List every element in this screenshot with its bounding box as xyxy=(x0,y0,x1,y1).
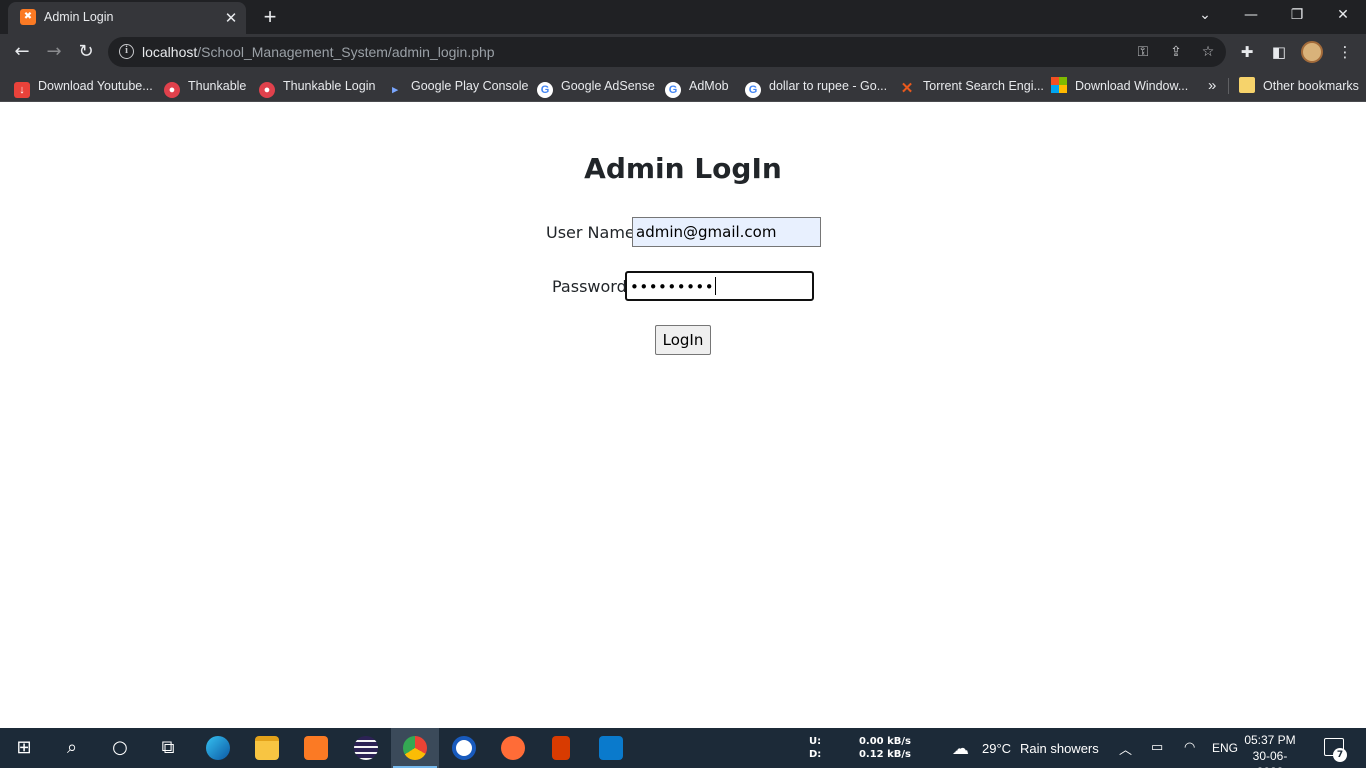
bookmark-item[interactable]: ▸ Google Play Console xyxy=(387,76,528,96)
vscode-icon[interactable] xyxy=(587,728,635,768)
cortana-icon[interactable]: ○ xyxy=(96,728,144,768)
bookmark-item[interactable]: ↓ Download Youtube... xyxy=(14,76,153,98)
tab-strip: ✖ Admin Login ✕ + ⌄ — ❐ ✕ xyxy=(0,0,1366,34)
xampp-taskbar-icon[interactable] xyxy=(292,728,340,768)
search-icon[interactable]: ⌕ xyxy=(48,728,96,768)
postman-icon[interactable] xyxy=(489,728,537,768)
office-icon[interactable] xyxy=(537,728,585,768)
weather-text[interactable]: Rain showers xyxy=(1020,741,1099,756)
tab-close-icon[interactable]: ✕ xyxy=(222,9,240,27)
password-value: ••••••••• xyxy=(630,278,715,296)
page-content: Admin LogIn User Name: admin@gmail.com P… xyxy=(0,103,1366,728)
net-speed-labels: U: D: xyxy=(809,736,822,760)
bookmark-item[interactable]: ✕ Torrent Search Engi... xyxy=(899,76,1044,97)
notification-count: 7 xyxy=(1333,748,1347,762)
taskbar: ⊞ ⌕ ○ ⧉ U: D: 0.00 kB/s 0.12 kB/s ☁ 29°C R… xyxy=(0,728,1366,779)
login-button[interactable]: LogIn xyxy=(655,325,711,355)
chrome-logo xyxy=(403,736,427,760)
address-bar[interactable]: i localhost/School_Management_System/adm… xyxy=(108,37,1226,67)
battery-icon[interactable]: ▭ xyxy=(1151,739,1163,755)
x-icon: ✕ xyxy=(900,80,914,97)
youtube-downloader-icon: ↓ xyxy=(14,82,30,98)
xampp-icon: ✖ xyxy=(20,9,36,25)
password-input[interactable]: ••••••••• xyxy=(625,271,814,301)
weather-temp[interactable]: 29°C xyxy=(982,741,1011,756)
bookmarks-overflow-button[interactable]: » xyxy=(1208,76,1216,96)
postman-logo xyxy=(501,736,525,760)
extensions-icon[interactable]: ✚ xyxy=(1235,40,1259,64)
tab-search-icon[interactable]: ⌄ xyxy=(1182,0,1228,30)
bookmark-item[interactable]: ● Thunkable xyxy=(164,76,246,98)
side-panel-icon[interactable]: ◧ xyxy=(1267,40,1291,64)
page-title: Admin LogIn xyxy=(584,152,782,185)
back-icon[interactable]: ← xyxy=(8,38,36,66)
word-icon[interactable] xyxy=(440,728,488,768)
browser-tab[interactable]: ✖ Admin Login ✕ xyxy=(8,2,246,34)
forward-icon[interactable]: → xyxy=(40,38,68,66)
key-icon[interactable]: ⚿ xyxy=(1132,41,1154,63)
browser-toolbar: ← → ↻ i localhost/School_Management_Syst… xyxy=(0,34,1366,70)
bookmark-item[interactable]: G Google AdSense xyxy=(537,76,655,98)
xampp-logo xyxy=(304,736,328,760)
vscode-logo xyxy=(599,736,623,760)
google-icon: G xyxy=(665,82,681,98)
bookmark-item[interactable]: ● Thunkable Login xyxy=(259,76,375,98)
thunkable-icon: ● xyxy=(164,82,180,98)
bookmark-item[interactable]: Gdollar to rupee - Go... xyxy=(745,76,887,98)
clock[interactable]: 05:37 PM 30-06-2022 xyxy=(1240,732,1300,780)
close-window-icon[interactable]: ✕ xyxy=(1320,0,1366,30)
folder-logo xyxy=(255,736,279,760)
language-indicator[interactable]: ENG xyxy=(1212,741,1238,755)
username-label: User Name: xyxy=(546,223,641,242)
tab-title: Admin Login xyxy=(44,10,114,24)
eclipse-icon[interactable] xyxy=(342,728,390,768)
net-speed-values: 0.00 kB/s 0.12 kB/s xyxy=(858,736,911,760)
password-label: Password: xyxy=(552,277,633,296)
windows-start-icon[interactable]: ⊞ xyxy=(0,728,48,768)
folder-icon xyxy=(1239,77,1255,93)
bookmarks-bar: ↓ Download Youtube... ● Thunkable ● Thunkab… xyxy=(0,70,1366,102)
thunkable-icon: ● xyxy=(259,82,275,98)
task-view-icon[interactable]: ⧉ xyxy=(144,728,192,768)
bookmark-item[interactable]: G AdMob xyxy=(665,76,729,98)
app-logo xyxy=(452,736,476,760)
username-input[interactable]: admin@gmail.com xyxy=(632,217,821,247)
microsoft-icon xyxy=(1051,77,1067,93)
bookmarks-separator xyxy=(1228,78,1229,94)
edge-icon[interactable] xyxy=(194,728,242,768)
new-tab-button[interactable]: + xyxy=(258,5,282,29)
minimize-icon[interactable]: — xyxy=(1228,0,1274,30)
edge-logo xyxy=(206,736,230,760)
bookmark-star-icon[interactable]: ☆ xyxy=(1197,41,1219,63)
tray-chevron-icon[interactable]: ︿ xyxy=(1119,739,1132,758)
share-icon[interactable]: ⇪ xyxy=(1165,41,1187,63)
bookmark-item[interactable]: Download Window... xyxy=(1051,76,1188,96)
eclipse-logo xyxy=(354,736,378,760)
menu-icon[interactable]: ⋮ xyxy=(1333,40,1357,64)
weather-icon[interactable]: ☁ xyxy=(952,739,969,759)
file-explorer-icon[interactable] xyxy=(243,728,291,768)
restore-icon[interactable]: ❐ xyxy=(1274,0,1320,30)
site-info-icon[interactable]: i xyxy=(119,44,134,59)
google-play-console-icon: ▸ xyxy=(392,84,398,96)
profile-avatar[interactable] xyxy=(1301,41,1323,63)
office-logo xyxy=(552,736,570,760)
google-icon: G xyxy=(537,82,553,98)
wifi-icon[interactable]: ◠ xyxy=(1184,739,1195,755)
url-text[interactable]: localhost/School_Management_System/admin… xyxy=(142,44,495,60)
text-caret xyxy=(715,277,717,295)
chrome-icon[interactable] xyxy=(391,728,439,768)
google-icon: G xyxy=(745,82,761,98)
other-bookmarks-folder[interactable]: Other bookmarks xyxy=(1239,76,1359,96)
reload-icon[interactable]: ↻ xyxy=(72,38,100,66)
